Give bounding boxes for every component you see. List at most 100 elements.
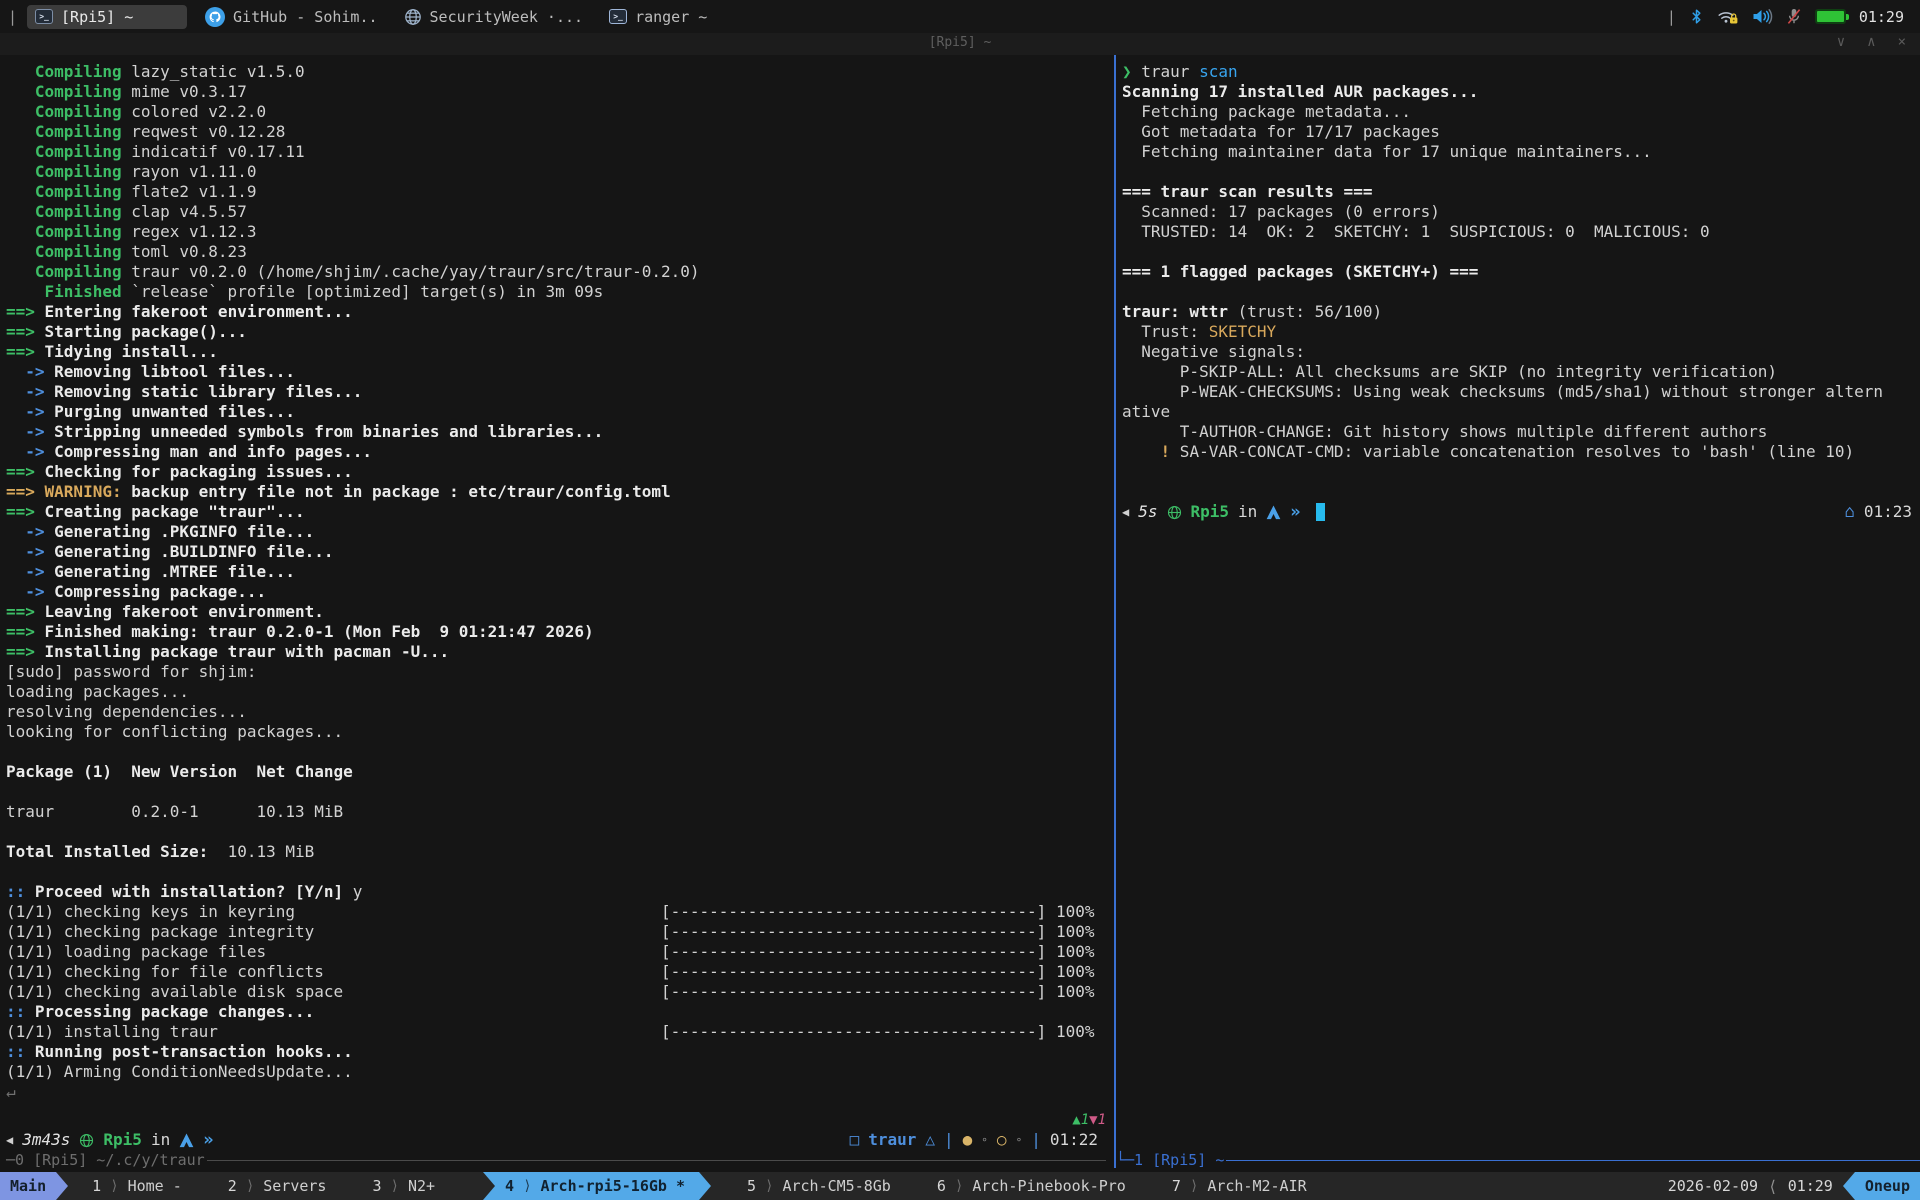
workspace-name: Arch-Pinebook-Pro (972, 1177, 1126, 1195)
workspace-number: 1 (92, 1177, 101, 1195)
chevron-right-icon: ⟩ (391, 1178, 399, 1194)
prompt-chevrons: » (1290, 502, 1300, 522)
system-tray: | 01:29 (1667, 8, 1912, 26)
terminal-line (6, 822, 1114, 842)
terminal-line (1122, 162, 1920, 182)
tab-rpi5-terminal[interactable]: >_ [Rpi5] ~ (27, 5, 187, 29)
terminal-line: ==> WARNING: backup entry file not in pa… (6, 482, 1114, 502)
pane-border-label: ─0 [Rpi5] ~/.c/y/traur (6, 1151, 205, 1169)
terminal-line: ==> Starting package()... (6, 322, 1114, 342)
terminal-line: === 1 flagged packages (SKETCHY+) === (1122, 262, 1920, 282)
terminal-line: Got metadata for 17/17 packages (1122, 122, 1920, 142)
desktop: | >_ [Rpi5] ~ GitHub - Sohim.. SecurityW… (0, 0, 1920, 1200)
workspace-tab-7[interactable]: 7⟩Arch-M2-AIR (1162, 1172, 1317, 1200)
terminal-line: Package (1) New Version Net Change (6, 762, 1114, 782)
terminal-line: Fetching package metadata... (1122, 102, 1920, 122)
prompt-back-icon: ◀ (1122, 502, 1129, 522)
terminal-line: Negative signals: (1122, 342, 1920, 362)
terminal-icon: >_ (609, 9, 627, 24)
terminal-line: P-WEAK-CHECKSUMS: Using weak checksums (… (1122, 382, 1920, 402)
workspace-list: 1⟩Home -2⟩Servers3⟩N2+4⟩Arch-rpi5-16Gb *… (82, 1172, 1343, 1200)
terminal-line (6, 742, 1114, 762)
tab-ranger-terminal[interactable]: >_ ranger ~ (601, 5, 715, 29)
tray-separator: | (1667, 8, 1676, 26)
terminal-line: P-SKIP-ALL: All checksums are SKIP (no i… (1122, 362, 1920, 382)
close-button[interactable]: × (1898, 34, 1906, 50)
in-label: in (151, 1130, 170, 1150)
workspace-tab-3[interactable]: 3⟩N2+ (362, 1172, 445, 1200)
terminal-line: :: Proceed with installation? [Y/n] y (6, 882, 1114, 902)
right-terminal-output: ❯ traur scanScanning 17 installed AUR pa… (1122, 62, 1920, 502)
tab-label: SecurityWeek ·... (430, 8, 584, 26)
terminal-line: Compiling mime v0.3.17 (6, 82, 1114, 102)
terminal-line: Compiling clap v4.5.57 (6, 202, 1114, 222)
terminal-line: Compiling rayon v1.11.0 (6, 162, 1114, 182)
user-badge[interactable]: Oneup (1855, 1172, 1920, 1200)
terminal-line: (1/1) checking for file conflicts[------… (6, 962, 1114, 982)
home-icon: ⌂ (1845, 502, 1855, 522)
workspace-number: 6 (937, 1177, 946, 1195)
workspace-tab-4[interactable]: 4 ⟩ Arch-rpi5-16Gb * (483, 1172, 699, 1200)
tray-clock: 01:29 (1859, 8, 1904, 26)
taskbar-date: 2026-02-09 (1668, 1177, 1758, 1195)
terminal-line: ==> Tidying install... (6, 342, 1114, 362)
topbar-separator: | (8, 8, 17, 26)
workspace-number: 4 (505, 1177, 514, 1195)
terminal-line: traur 0.2.0-1 10.13 MiB (6, 802, 1114, 822)
workspace-name: Arch-rpi5-16Gb * (541, 1177, 686, 1195)
wifi-icon[interactable] (1717, 8, 1739, 26)
terminal-line: -> Removing static library files... (6, 382, 1114, 402)
github-icon (205, 7, 225, 27)
terminal-line: -> Stripping unneeded symbols from binar… (6, 422, 1114, 442)
terminal-line (1122, 462, 1920, 482)
pane-border-line (1226, 1160, 1920, 1161)
tab-securityweek[interactable]: SecurityWeek ·... (396, 5, 592, 29)
microphone-muted-icon[interactable] (1786, 8, 1802, 25)
taskbar-separator: ⟨ (1768, 1177, 1778, 1196)
maximize-button[interactable]: ∧ (1867, 34, 1875, 50)
terminal-line: ==> Finished making: traur 0.2.0-1 (Mon … (6, 622, 1114, 642)
terminal-line: Compiling indicatif v0.17.11 (6, 142, 1114, 162)
terminal-line: -> Generating .MTREE file... (6, 562, 1114, 582)
workspace-tab-1[interactable]: 1⟩Home - (82, 1172, 192, 1200)
scroll-indicator: ▲1▼1 (6, 1110, 1106, 1130)
chevron-right-icon: ⟩ (955, 1178, 963, 1194)
terminal-line: -> Purging unwanted files... (6, 402, 1114, 422)
terminal-line: === traur scan results === (1122, 182, 1920, 202)
terminal-line: Scanning 17 installed AUR packages... (1122, 82, 1920, 102)
terminal-line: Finished `release` profile [optimized] t… (6, 282, 1114, 302)
chevron-right-icon: ⟩ (1190, 1178, 1198, 1194)
workspace-name: Home - (128, 1177, 182, 1195)
tab-label: [Rpi5] ~ (61, 8, 133, 26)
command-duration: 3m43s (22, 1130, 70, 1150)
minimize-button[interactable]: ∨ (1837, 34, 1845, 50)
workspace-name: Servers (263, 1177, 326, 1195)
session-badge[interactable]: Main (0, 1172, 56, 1200)
workspace-tab-6[interactable]: 6 ⟩ Arch-Pinebook-Pro (927, 1172, 1136, 1200)
terminal-line: ative (1122, 402, 1920, 422)
git-bar: | (944, 1130, 954, 1150)
terminal-line: resolving dependencies... (6, 702, 1114, 722)
window-title: [Rpi5] ~ (0, 35, 1920, 50)
right-pane-footer: └─1 [Rpi5] ~ (1116, 1150, 1920, 1170)
tmux-status-bar: Main 1⟩Home -2⟩Servers3⟩N2+4⟩Arch-rpi5-1… (0, 1172, 1920, 1200)
workspace-number: 7 (1172, 1177, 1181, 1195)
chevron-right-icon: ⟩ (523, 1178, 531, 1194)
in-label: in (1238, 502, 1257, 522)
battery-icon[interactable] (1815, 9, 1846, 24)
workspace-tab-5[interactable]: 5⟩Arch-CM5-8Gb (737, 1172, 901, 1200)
terminal-line (1122, 242, 1920, 262)
terminal-line (6, 782, 1114, 802)
git-delta-icon: △ (925, 1130, 935, 1150)
tab-github[interactable]: GitHub - Sohim.. (197, 4, 386, 30)
top-status-bar: | >_ [Rpi5] ~ GitHub - Sohim.. SecurityW… (0, 0, 1920, 33)
terminal-line: looking for conflicting packages... (6, 722, 1114, 742)
left-terminal-pane[interactable]: Compiling lazy_static v1.5.0 Compiling m… (0, 55, 1114, 1172)
bluetooth-icon[interactable] (1689, 8, 1704, 25)
workspace-tab-2[interactable]: 2⟩Servers (218, 1172, 337, 1200)
segment-time: 01:22 (1050, 1130, 1098, 1150)
right-terminal-pane[interactable]: ❯ traur scanScanning 17 installed AUR pa… (1116, 55, 1920, 1172)
terminal-line: (1/1) checking keys in keyring[---------… (6, 902, 1114, 922)
volume-icon[interactable] (1752, 8, 1773, 25)
terminal-line: traur: wttr (trust: 56/100) (1122, 302, 1920, 322)
